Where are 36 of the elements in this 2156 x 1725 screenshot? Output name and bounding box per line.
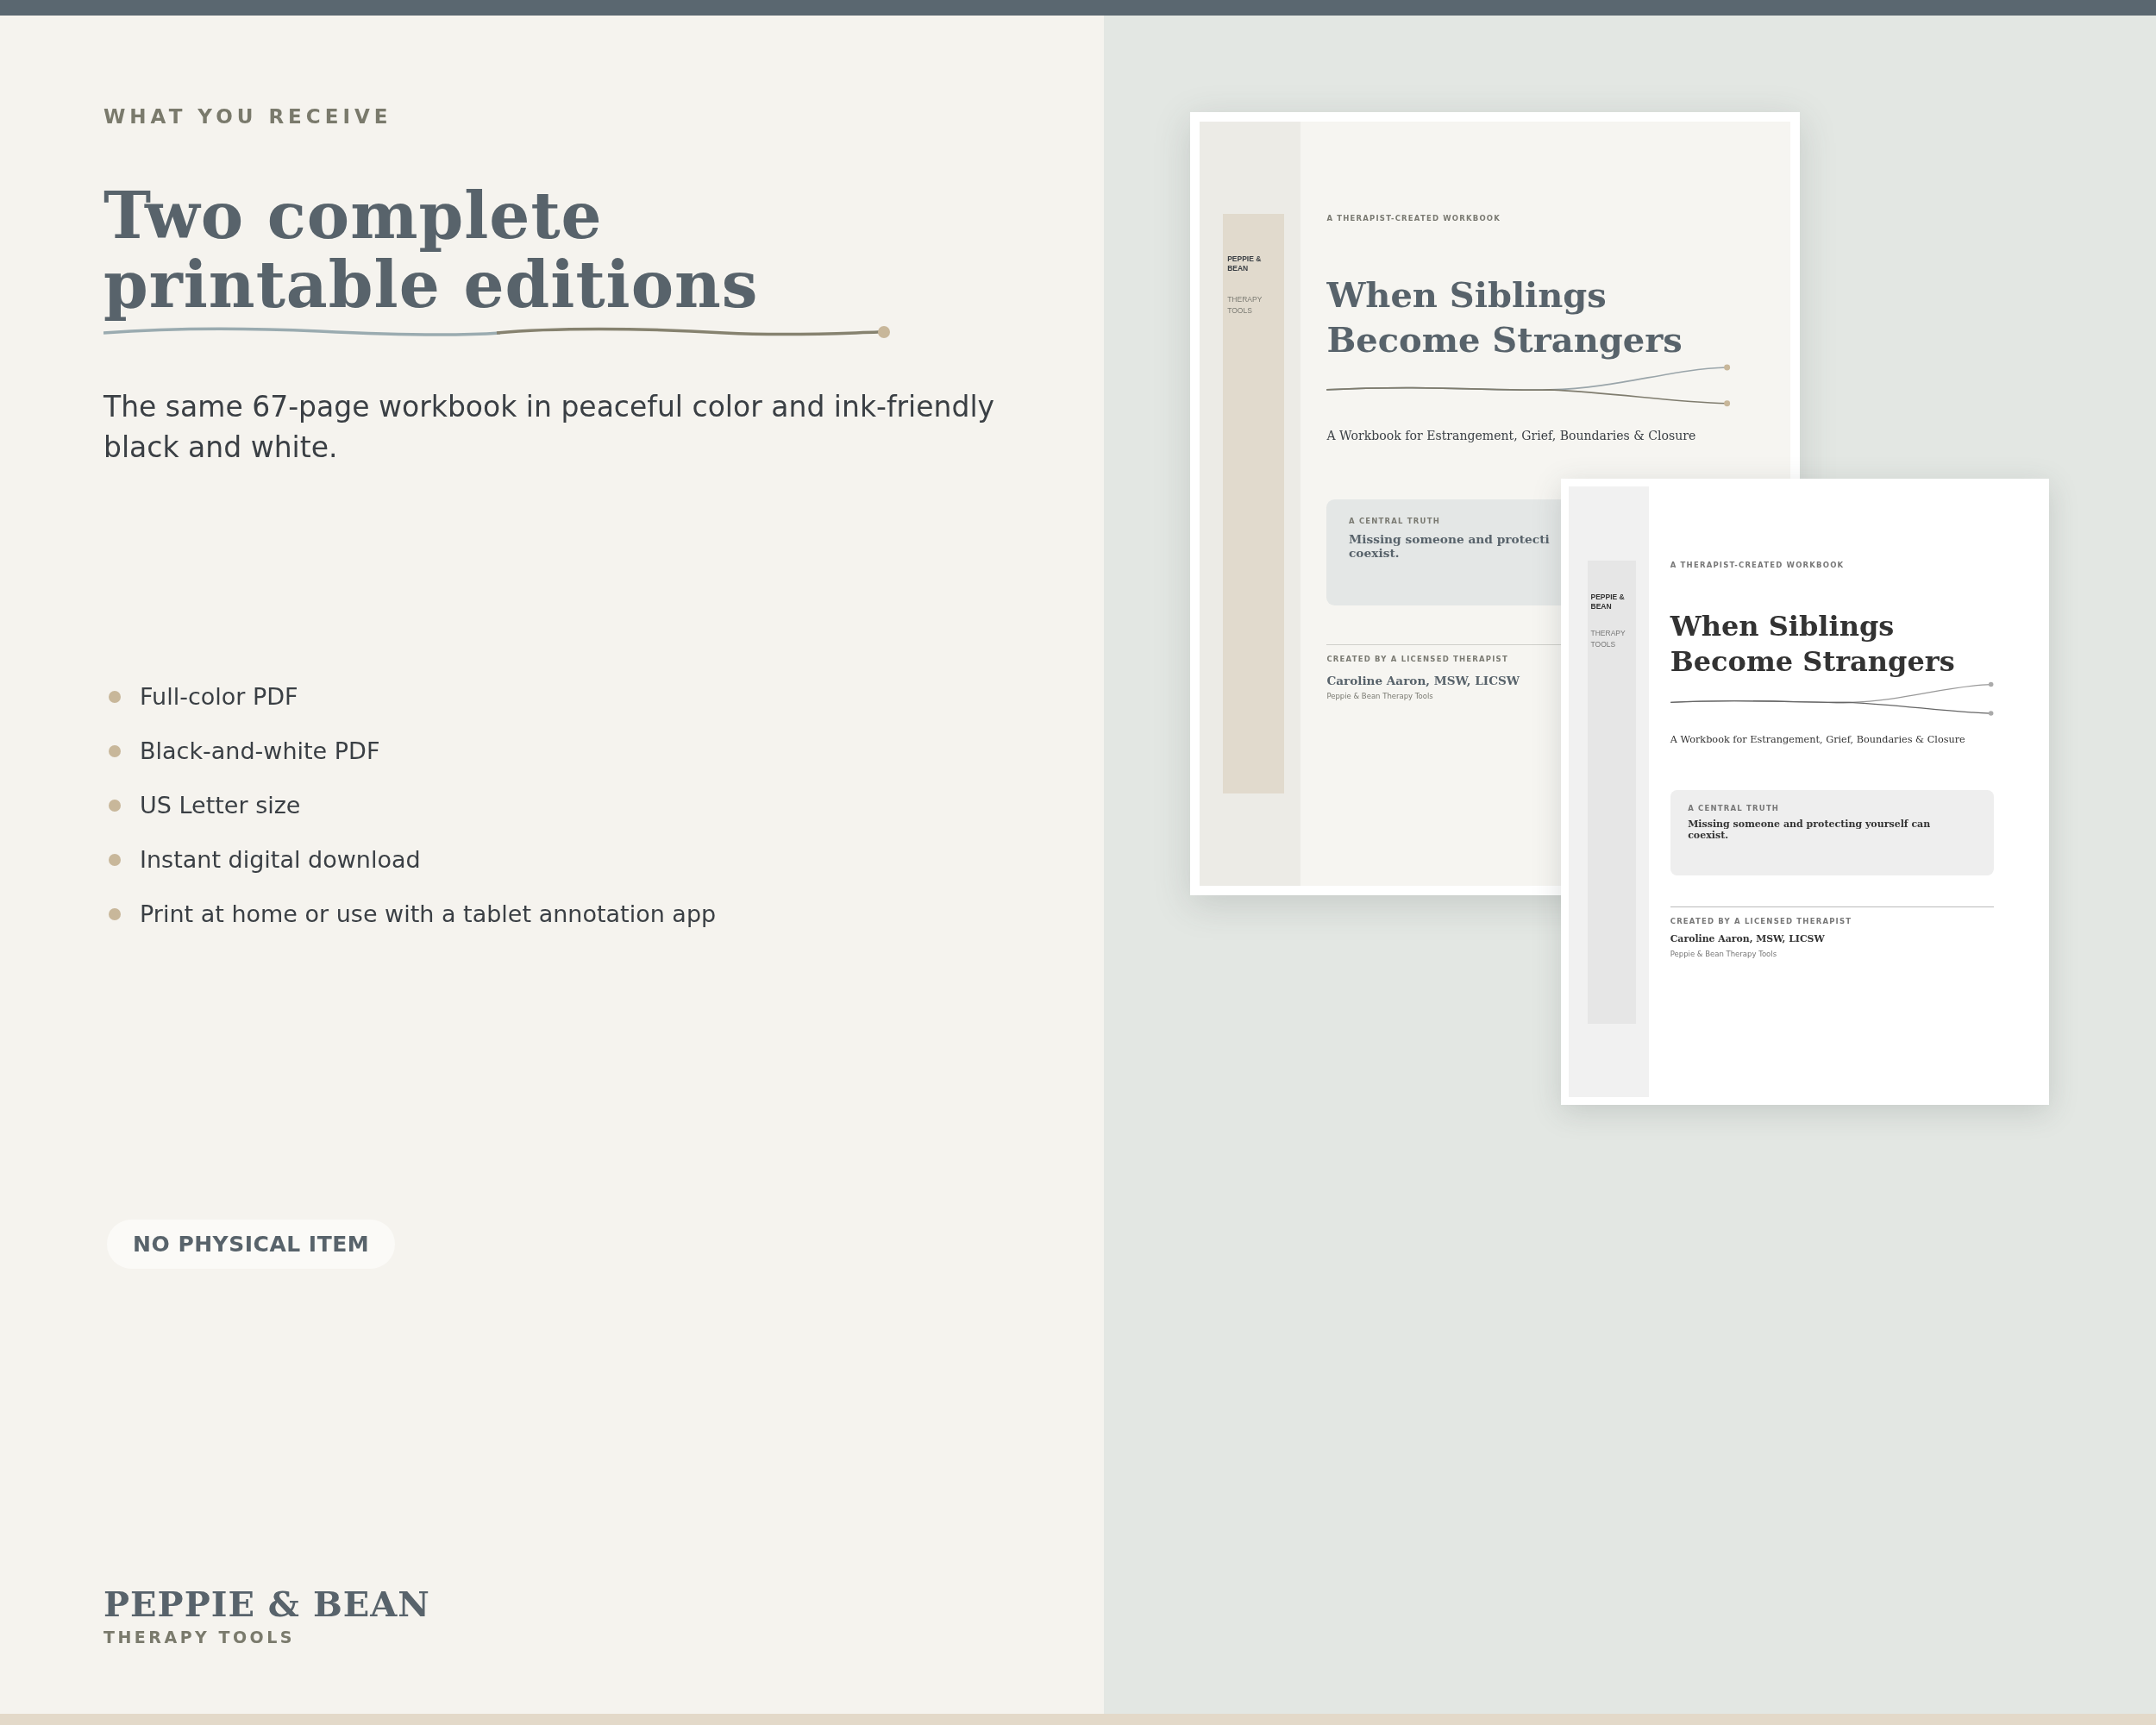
bullet-icon <box>109 691 121 703</box>
cover-eyebrow: A THERAPIST-CREATED WORKBOOK <box>1670 560 1846 569</box>
quote-text: Missing someone and protecting yourself can coexist. <box>1688 819 1931 842</box>
author-name: Caroline Aaron, MSW, LICSW <box>1326 674 1521 688</box>
credit-label: CREATED BY A LICENSED THERAPIST <box>1326 654 1509 663</box>
no-physical-item-badge: NO PHYSICAL ITEM <box>107 1220 396 1269</box>
section-description: The same 67-page workbook in peaceful color and ink-friendly black and white. <box>103 389 996 466</box>
bullet-icon <box>109 854 121 866</box>
spine-tagline: THERAPY TOOLS <box>1227 293 1263 317</box>
publisher-name: Peppie & Bean Therapy Tools <box>1326 692 1434 701</box>
cover-eyebrow: A THERAPIST-CREATED WORKBOOK <box>1326 214 1502 223</box>
cover-title: When Siblings Become Strangers <box>1326 273 1683 361</box>
feature-item: Full-color PDF <box>140 682 298 712</box>
spine-brand: PEPPIE & BEAN <box>1590 592 1626 612</box>
quote-text: Missing someone and protecti coexist. <box>1348 533 1550 561</box>
spine-tagline: THERAPY TOOLS <box>1590 628 1626 650</box>
section-eyebrow: WHAT YOU RECEIVE <box>103 105 392 128</box>
brand-tagline: THERAPY TOOLS <box>103 1628 296 1647</box>
spine-brand: PEPPIE & BEAN <box>1227 254 1263 273</box>
quote-label: A CENTRAL TRUTH <box>1688 804 1780 813</box>
credit-label: CREATED BY A LICENSED THERAPIST <box>1670 916 1853 925</box>
feature-item: Print at home or use with a tablet annotation app <box>140 900 717 929</box>
feature-item: Black-and-white PDF <box>140 737 380 766</box>
brand-logo: PEPPIE & BEAN <box>103 1584 430 1624</box>
cover-subtitle: A Workbook for Estrangement, Grief, Boundaries & Closure <box>1326 429 1697 443</box>
cover-subtitle: A Workbook for Estrangement, Grief, Boundaries & Closure <box>1670 733 1966 745</box>
feature-item: Instant digital download <box>140 845 421 875</box>
bullet-icon <box>109 800 121 812</box>
bullet-icon <box>109 908 121 920</box>
publisher-name: Peppie & Bean Therapy Tools <box>1670 949 1778 958</box>
quote-label: A CENTRAL TRUTH <box>1348 516 1440 525</box>
bullet-icon <box>109 745 121 757</box>
section-heading: Two complete printable editions <box>103 181 759 319</box>
author-name: Caroline Aaron, MSW, LICSW <box>1670 933 1826 945</box>
cover-title: When Siblings Become Strangers <box>1670 609 1956 680</box>
feature-item: US Letter size <box>140 791 301 820</box>
